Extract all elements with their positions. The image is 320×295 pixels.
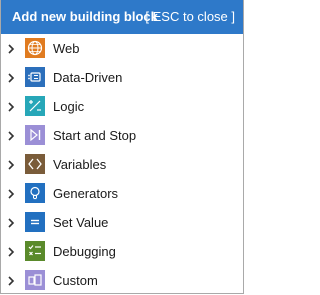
list-item-web[interactable]: Web xyxy=(1,34,243,63)
list-item-variables[interactable]: Variables xyxy=(1,150,243,179)
debugging-icon xyxy=(25,241,45,261)
custom-icon xyxy=(25,270,45,290)
chevron-right-icon[interactable] xyxy=(7,247,15,257)
popup-title: Add new building block xyxy=(12,9,158,24)
list-item-label: Web xyxy=(53,41,80,56)
logic-icon xyxy=(25,96,45,116)
list-item-start-and-stop[interactable]: Start and Stop xyxy=(1,121,243,150)
list-item-label: Variables xyxy=(53,157,107,172)
chevron-right-icon[interactable] xyxy=(7,73,15,83)
list-item-custom[interactable]: Custom xyxy=(1,266,243,295)
list-item-label: Start and Stop xyxy=(53,128,137,143)
chevron-right-icon[interactable] xyxy=(7,44,15,54)
start-stop-icon xyxy=(25,125,45,145)
list-item-data-driven[interactable]: Data-Driven xyxy=(1,63,243,92)
globe-icon xyxy=(25,38,45,58)
chevron-right-icon[interactable] xyxy=(7,160,15,170)
chevron-right-icon[interactable] xyxy=(7,276,15,286)
set-value-icon xyxy=(25,212,45,232)
list-item-set-value[interactable]: Set Value xyxy=(1,208,243,237)
data-driven-icon xyxy=(25,67,45,87)
building-block-list: Web Data-Driven Logic Start and Stop Var… xyxy=(1,34,243,295)
chevron-right-icon[interactable] xyxy=(7,189,15,199)
chevron-right-icon[interactable] xyxy=(7,102,15,112)
list-item-label: Logic xyxy=(53,99,85,114)
list-item-label: Data-Driven xyxy=(53,70,123,85)
lightbulb-icon xyxy=(25,183,45,203)
list-item-logic[interactable]: Logic xyxy=(1,92,243,121)
list-item-label: Debugging xyxy=(53,244,116,259)
list-item-label: Set Value xyxy=(53,215,109,230)
esc-close-link[interactable]: [ ESC to close ] xyxy=(145,9,235,24)
add-building-block-popup: Add new building block [ ESC to close ] … xyxy=(0,0,244,294)
list-item-label: Generators xyxy=(53,186,119,201)
list-item-debugging[interactable]: Debugging xyxy=(1,237,243,266)
list-item-label: Custom xyxy=(53,273,98,288)
popup-header: Add new building block [ ESC to close ] xyxy=(1,0,243,34)
chevron-right-icon[interactable] xyxy=(7,218,15,228)
variables-icon xyxy=(25,154,45,174)
list-item-generators[interactable]: Generators xyxy=(1,179,243,208)
chevron-right-icon[interactable] xyxy=(7,131,15,141)
